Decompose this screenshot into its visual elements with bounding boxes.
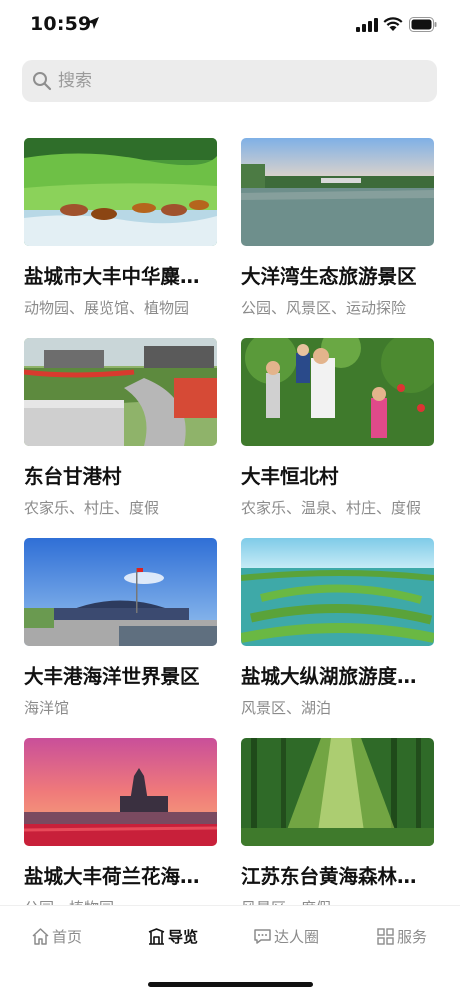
attraction-card[interactable]: 盐城市大丰中华麋鹿园 动物园、展览馆、植物园 (24, 138, 217, 328)
attraction-photo-deer (24, 138, 217, 246)
attraction-photo-wetland (241, 538, 434, 646)
tab-home[interactable]: 首页 (31, 924, 82, 948)
battery-icon (409, 17, 437, 32)
bottom-tab-bar: 首页 导览 达人圈 服务 (0, 905, 460, 996)
attraction-title: 大洋湾生态旅游景区 (241, 265, 417, 288)
attraction-tags: 风景区、湖泊 (241, 699, 332, 717)
search-bar[interactable] (22, 60, 437, 102)
attraction-card[interactable]: 大洋湾生态旅游景区 公园、风景区、运动探险 (241, 138, 434, 328)
tab-community-label: 达人圈 (274, 927, 320, 946)
search-icon (33, 72, 52, 91)
attraction-title: 盐城市大丰中华麋鹿园 (24, 265, 217, 288)
tab-home-label: 首页 (52, 927, 83, 946)
attraction-photo-flower-sea (24, 738, 217, 846)
attraction-title: 盐城大纵湖旅游度假区 (241, 665, 434, 688)
chat-icon (254, 928, 271, 944)
attraction-card[interactable]: 盐城大纵湖旅游度假区 风景区、湖泊 (241, 538, 434, 728)
cellular-signal-icon (356, 18, 378, 32)
attraction-tags: 农家乐、温泉、村庄、度假 (241, 499, 422, 517)
attraction-title: 江苏东台黄海森林公园 (241, 865, 434, 888)
tab-community[interactable]: 达人圈 (253, 924, 319, 948)
attraction-card[interactable]: 盐城大丰荷兰花海景区 公园、植物园 (24, 738, 217, 928)
grid-icon (377, 927, 394, 945)
attraction-photo-lake (241, 138, 434, 246)
attraction-photo-village (24, 338, 217, 446)
attraction-title: 大丰恒北村 (241, 465, 339, 488)
attraction-tags: 农家乐、村庄、度假 (24, 499, 160, 517)
tab-services[interactable]: 服务 (376, 924, 427, 948)
attraction-card[interactable]: 江苏东台黄海森林公园 风景区、度假 (241, 738, 434, 928)
attraction-card[interactable]: 大丰恒北村 农家乐、温泉、村庄、度假 (241, 338, 434, 528)
tab-services-label: 服务 (397, 927, 428, 946)
attraction-card[interactable]: 大丰港海洋世界景区 海洋馆 (24, 538, 217, 728)
status-bar: 10:59 (0, 0, 460, 50)
home-icon (32, 927, 49, 945)
attraction-title: 大丰港海洋世界景区 (24, 665, 200, 688)
attraction-card[interactable]: 东台甘港村 农家乐、村庄、度假 (24, 338, 217, 528)
home-indicator[interactable] (148, 982, 313, 987)
attraction-tags: 动物园、展览馆、植物园 (24, 299, 190, 317)
attraction-title: 盐城大丰荷兰花海景区 (24, 865, 217, 888)
location-arrow-icon (87, 17, 99, 29)
attraction-title: 东台甘港村 (24, 465, 122, 488)
wifi-icon (383, 17, 403, 31)
attraction-photo-ocean-world (24, 538, 217, 646)
status-time: 10:59 (30, 13, 92, 35)
attraction-tags: 公园、风景区、运动探险 (241, 299, 407, 317)
tab-guide[interactable]: 导览 (147, 924, 198, 948)
search-input[interactable] (58, 68, 418, 94)
gate-icon (148, 927, 165, 945)
attraction-photo-forest (241, 738, 434, 846)
attraction-photo-orchard (241, 338, 434, 446)
attraction-tags: 海洋馆 (24, 699, 70, 717)
tab-guide-label: 导览 (168, 927, 199, 946)
